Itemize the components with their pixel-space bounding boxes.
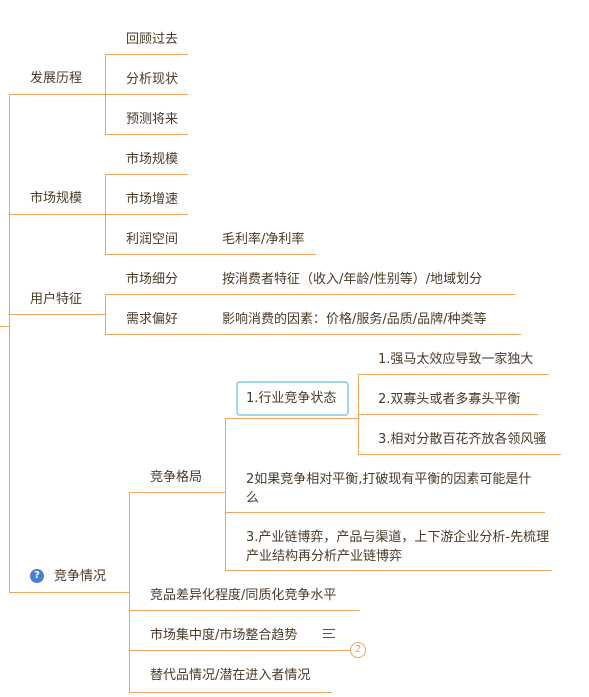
detail-profit-margin[interactable]: 毛利率/净利率 bbox=[222, 231, 304, 248]
subtopic-analyze-present[interactable]: 分析现状 bbox=[126, 71, 178, 88]
subtopic-competitive-landscape[interactable]: 竞争格局 bbox=[150, 469, 202, 486]
node-break-balance[interactable]: 2如果竞争相对平衡,打破现有平衡的因素可能是什么 bbox=[246, 470, 544, 508]
subtopic-concentration[interactable]: 市场集中度/市场整合趋势 bbox=[150, 627, 297, 644]
subtopic-predict-future[interactable]: 预测将来 bbox=[126, 111, 178, 128]
subtopic-profit-space[interactable]: 利润空间 bbox=[126, 231, 178, 248]
connector bbox=[105, 294, 515, 295]
connector bbox=[358, 414, 538, 415]
connector bbox=[105, 334, 521, 335]
connector bbox=[225, 418, 358, 419]
connector bbox=[9, 94, 10, 593]
connector bbox=[105, 214, 188, 215]
detail-market-segment[interactable]: 按消费者特征（收入/年龄/性别等）/地域划分 bbox=[222, 271, 482, 288]
connector bbox=[105, 294, 106, 335]
connector bbox=[129, 650, 351, 651]
connector bbox=[9, 592, 129, 593]
connector bbox=[105, 254, 316, 255]
topic-market-size[interactable]: 市场规模 bbox=[30, 190, 82, 207]
detail-demand-preference[interactable]: 影响消费的因素：价格/服务/品质/品牌/种类等 bbox=[222, 311, 487, 328]
connector bbox=[9, 314, 105, 315]
subtopic-review-past[interactable]: 回顾过去 bbox=[126, 31, 178, 48]
topic-competition[interactable]: 竞争情况 bbox=[54, 568, 106, 585]
topic-user-features[interactable]: 用户特征 bbox=[30, 291, 82, 308]
connector bbox=[129, 492, 225, 493]
subtopic-market-size[interactable]: 市场规模 bbox=[126, 151, 178, 168]
connector bbox=[129, 492, 130, 692]
connector bbox=[9, 94, 105, 95]
connector bbox=[129, 692, 332, 693]
connector bbox=[225, 570, 552, 571]
connector bbox=[358, 454, 561, 455]
node-fragmented-market[interactable]: 3.相对分散百花齐放各领风骚 bbox=[378, 431, 546, 448]
connector bbox=[225, 418, 226, 571]
node-duopoly-balance[interactable]: 2.双寡头或者多寡头平衡 bbox=[378, 391, 520, 408]
subtopic-differentiation[interactable]: 竞品差异化程度/同质化竞争水平 bbox=[150, 587, 336, 604]
subtopic-market-segment[interactable]: 市场细分 bbox=[126, 271, 178, 288]
connector bbox=[105, 174, 188, 175]
connector bbox=[105, 94, 188, 95]
subtopic-demand-preference[interactable]: 需求偏好 bbox=[126, 311, 178, 328]
connector bbox=[129, 610, 360, 611]
connector bbox=[105, 54, 188, 55]
note-icon[interactable] bbox=[323, 629, 335, 641]
node-industry-chain[interactable]: 3.产业链博弈，产品与渠道，上下游企业分析-先梳理产业结构再分析产业链博弈 bbox=[246, 528, 550, 566]
node-industry-competition-state[interactable]: 1.行业竞争状态 bbox=[246, 390, 336, 407]
connector bbox=[0, 326, 9, 327]
collapsed-count-badge[interactable]: 2 bbox=[350, 642, 366, 658]
topic-history[interactable]: 发展历程 bbox=[30, 70, 82, 87]
connector bbox=[9, 214, 105, 215]
question-icon[interactable]: ? bbox=[30, 569, 44, 583]
connector bbox=[105, 134, 188, 135]
connector bbox=[225, 512, 545, 513]
connector bbox=[358, 374, 549, 375]
subtopic-market-growth[interactable]: 市场增速 bbox=[126, 191, 178, 208]
subtopic-substitutes[interactable]: 替代品情况/潜在进入者情况 bbox=[150, 667, 310, 684]
node-matthew-effect[interactable]: 1.强马太效应导致一家独大 bbox=[378, 351, 533, 368]
